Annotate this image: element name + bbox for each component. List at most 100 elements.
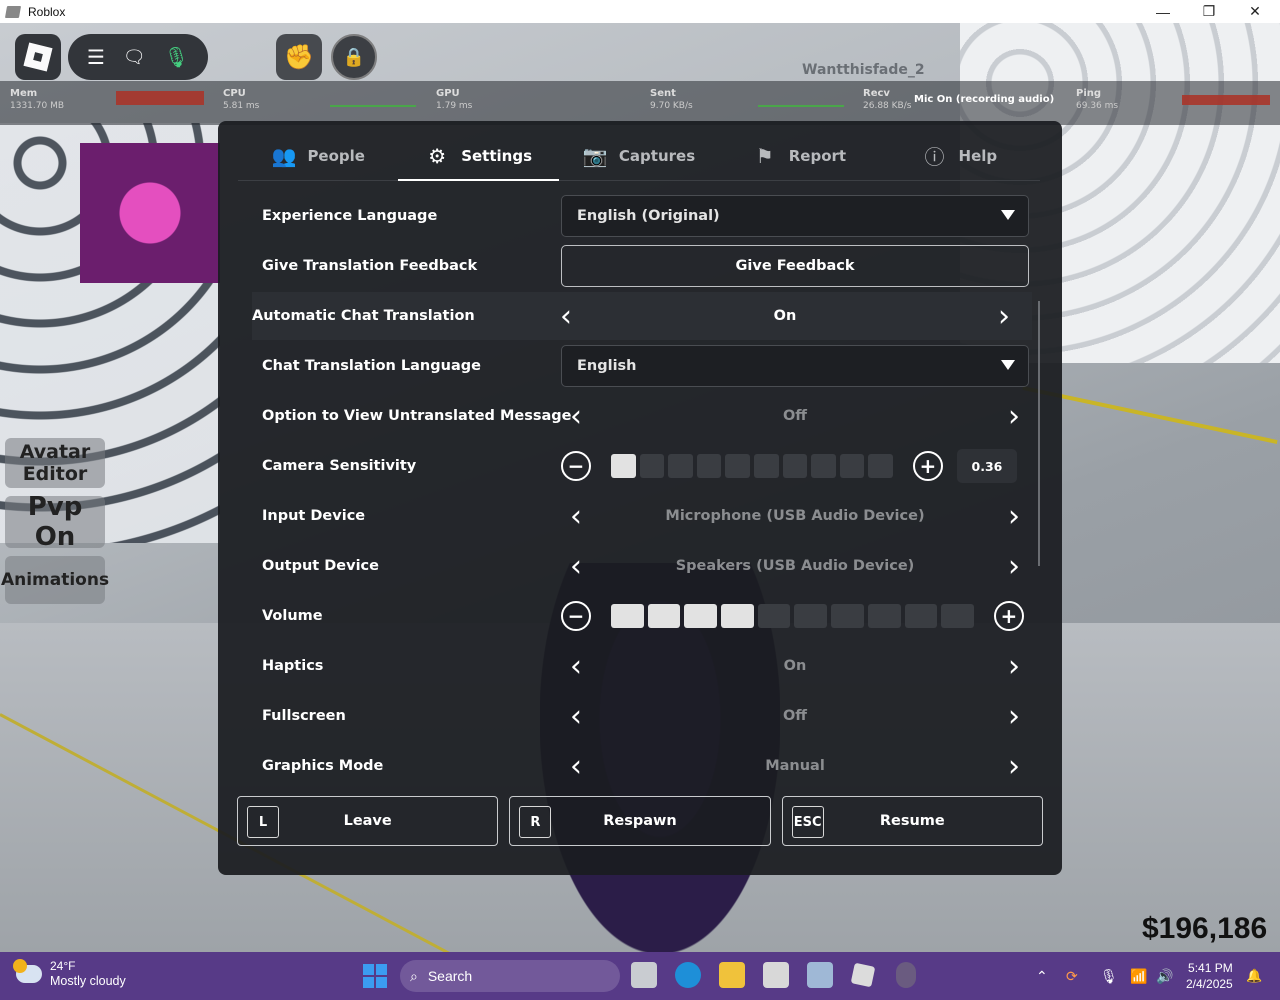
taskbar-clock[interactable]: 5:41 PM 2/4/2025	[1186, 960, 1233, 992]
settings-scrollbar[interactable]	[1038, 301, 1040, 566]
chat-icon[interactable]: 🗨	[123, 47, 146, 68]
button-label: Respawn	[603, 813, 677, 829]
chevron-right-icon[interactable]: ›	[999, 695, 1029, 737]
leave-button[interactable]: L Leave	[237, 796, 499, 846]
slider-step[interactable]	[941, 604, 974, 628]
fist-icon: ✊	[284, 43, 314, 71]
chevron-right-icon[interactable]: ›	[989, 295, 1019, 337]
chevron-right-icon[interactable]: ›	[999, 645, 1029, 687]
setting-row-chat-translation-language: Chat Translation Language English	[252, 342, 1032, 390]
give-feedback-button[interactable]: Give Feedback	[561, 245, 1029, 287]
chevron-right-icon[interactable]: ›	[999, 395, 1029, 437]
slider-step[interactable]	[725, 454, 750, 478]
chevron-up-icon[interactable]: ⌃	[1036, 968, 1048, 985]
camera-sensitivity-value[interactable]: 0.36	[956, 449, 1017, 483]
gear-icon: ⚙	[428, 143, 447, 168]
experience-language-dropdown[interactable]: English (Original)	[561, 195, 1029, 237]
tab-settings[interactable]: ⚙ Settings	[398, 131, 560, 181]
setting-row-fullscreen: Fullscreen ‹ Off ›	[252, 692, 1032, 740]
slider-step[interactable]	[839, 454, 865, 478]
minus-icon[interactable]: −	[561, 601, 591, 631]
volume-steps[interactable]	[611, 604, 974, 628]
taskbar-search[interactable]: ⌕ Search	[400, 960, 620, 992]
search-placeholder: Search	[427, 968, 473, 984]
roblox-taskbar-icon[interactable]	[850, 962, 876, 988]
hamburger-icon[interactable]: ☰	[87, 45, 105, 69]
stat-cpu: CPU 5.81 ms	[223, 88, 260, 111]
slider-step[interactable]	[811, 454, 836, 478]
slider-step[interactable]	[753, 454, 779, 478]
chat-translation-language-dropdown[interactable]: English	[561, 345, 1029, 387]
slider-step[interactable]	[868, 454, 893, 478]
chevron-right-icon[interactable]: ›	[999, 495, 1029, 537]
chevron-right-icon[interactable]: ›	[999, 745, 1029, 782]
tab-help[interactable]: ⓘ Help	[880, 131, 1040, 180]
slider-step[interactable]	[611, 604, 644, 628]
windows-start-icon[interactable]	[363, 964, 387, 988]
sync-icon[interactable]: ⟳	[1066, 968, 1078, 985]
dropdown-value: English	[577, 358, 637, 374]
slider-step[interactable]	[794, 604, 828, 628]
setting-label: Graphics Mode	[262, 758, 384, 774]
chevron-left-icon[interactable]: ‹	[561, 495, 591, 537]
file-explorer-icon[interactable]	[719, 962, 745, 988]
slider-step[interactable]	[668, 454, 693, 478]
tab-report[interactable]: ⚑ Report	[719, 131, 879, 180]
slider-step[interactable]	[611, 454, 636, 478]
tab-captures[interactable]: 📷 Captures	[559, 131, 719, 180]
slider-step[interactable]	[757, 604, 791, 628]
chevron-left-icon[interactable]: ‹	[551, 295, 581, 337]
microphone-icon[interactable]: 🎙	[164, 45, 189, 69]
camera-sensitivity-steps[interactable]	[611, 454, 893, 478]
slider-step[interactable]	[639, 454, 665, 478]
resume-button[interactable]: ESC Resume	[781, 796, 1043, 846]
slider-step[interactable]	[904, 604, 938, 628]
setting-label: Fullscreen	[262, 708, 346, 724]
pvp-toggle-button[interactable]: Pvp On	[5, 492, 105, 552]
task-manager-icon[interactable]	[807, 962, 833, 988]
chevron-left-icon[interactable]: ‹	[561, 745, 591, 782]
notification-icon[interactable]: 🔔	[1246, 968, 1262, 984]
chevron-left-icon[interactable]: ‹	[561, 395, 591, 437]
lock-button[interactable]: 🔒	[331, 34, 377, 80]
avatar-editor-button[interactable]: Avatar Editor	[5, 438, 105, 488]
close-button[interactable]: ✕	[1232, 0, 1278, 23]
respawn-button[interactable]: R Respawn	[509, 796, 771, 846]
setting-label: Camera Sensitivity	[262, 458, 417, 474]
slider-step[interactable]	[684, 604, 718, 628]
help-icon: ⓘ	[924, 145, 945, 169]
mouse-app-icon[interactable]	[896, 962, 916, 988]
slider-step[interactable]	[721, 604, 754, 628]
microphone-tray-icon[interactable]: 🎙	[1100, 968, 1118, 985]
wifi-icon[interactable]: 📶	[1130, 968, 1147, 985]
emote-button[interactable]: ✊	[276, 34, 322, 80]
volume-icon[interactable]: 🔊	[1156, 968, 1173, 985]
roblox-logo-icon	[23, 42, 53, 72]
slider-step[interactable]	[782, 454, 808, 478]
maximize-button[interactable]: ❐	[1186, 0, 1232, 23]
slider-step[interactable]	[867, 604, 901, 628]
slider-step[interactable]	[831, 604, 864, 628]
edge-browser-icon[interactable]	[675, 962, 701, 988]
tab-people[interactable]: 👥 People	[238, 131, 398, 180]
chevron-left-icon[interactable]: ‹	[561, 645, 591, 687]
minimize-button[interactable]: —	[1140, 0, 1186, 23]
roblox-menu-button[interactable]	[15, 34, 61, 80]
animations-button[interactable]: Animations	[1, 556, 109, 604]
settings-list[interactable]: Experience Language English (Original) G…	[252, 191, 1032, 781]
money-counter: $196,186	[1142, 912, 1268, 945]
chevron-right-icon[interactable]: ›	[999, 545, 1029, 587]
plus-icon[interactable]: +	[912, 451, 943, 481]
stat-sent-graph	[758, 105, 844, 107]
task-view-icon[interactable]	[631, 962, 657, 988]
chevron-left-icon[interactable]: ‹	[561, 695, 591, 737]
auto-chat-translation-selector: ‹ On ›	[551, 295, 1019, 337]
button-label: Resume	[879, 813, 945, 829]
slider-step[interactable]	[647, 604, 681, 628]
chevron-left-icon[interactable]: ‹	[561, 545, 591, 587]
app-icon[interactable]	[763, 962, 789, 988]
weather-widget[interactable]: 24°F Mostly cloudy	[13, 959, 126, 989]
slider-step[interactable]	[696, 454, 722, 478]
minus-icon[interactable]: −	[561, 451, 591, 481]
plus-icon[interactable]: +	[993, 601, 1024, 631]
